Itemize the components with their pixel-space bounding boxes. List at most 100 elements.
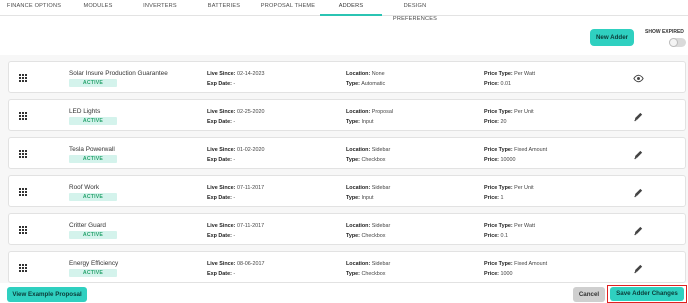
drag-dot	[19, 188, 21, 190]
price-label: Price:	[484, 157, 499, 163]
location-label: Location:	[346, 223, 371, 229]
status-badge: ACTIVE	[69, 193, 117, 201]
drag-dot	[22, 188, 24, 190]
drag-dot	[25, 191, 27, 193]
price-value: 10000	[500, 157, 516, 163]
tab-proposal-theme[interactable]: PROPOSAL THEME	[256, 0, 320, 16]
price-type-value: Fixed Amount	[514, 261, 548, 267]
status-badge: ACTIVE	[69, 79, 117, 87]
price: Price: 10000	[484, 157, 515, 163]
drag-dot	[25, 150, 27, 152]
price: Price: 20	[484, 119, 506, 125]
price-type: Price Type: Per Watt	[484, 71, 535, 77]
drag-dot	[22, 115, 24, 117]
drag-dot	[25, 156, 27, 158]
tab-design-preferences[interactable]: DESIGN PREFERENCES	[382, 0, 448, 22]
tab-inverters[interactable]: INVERTERS	[128, 0, 192, 16]
live-since: Live Since: 01-02-2020	[207, 147, 265, 153]
drag-dot	[22, 191, 24, 193]
live-since-label: Live Since:	[207, 109, 236, 115]
adder-name: Tesla Powerwall	[69, 146, 115, 153]
location: Location: Sidebar	[346, 223, 390, 229]
drag-handle-icon[interactable]	[19, 150, 27, 158]
exp-date-value: -	[233, 195, 236, 201]
adder-card[interactable]: LED Lights ACTIVE Live Since: 02-25-2020…	[8, 99, 686, 131]
adder-card[interactable]: Roof Work ACTIVE Live Since: 07-11-2017 …	[8, 175, 686, 207]
type-value: Checkbox	[361, 233, 386, 239]
drag-handle-icon[interactable]	[19, 112, 27, 120]
drag-dot	[19, 232, 21, 234]
drag-dot	[22, 150, 24, 152]
pencil-icon[interactable]	[633, 111, 644, 122]
adder-card[interactable]: Critter Guard ACTIVE Live Since: 07-11-2…	[8, 213, 686, 245]
drag-dot	[19, 156, 21, 158]
drag-dot	[19, 74, 21, 76]
pencil-icon[interactable]	[633, 187, 644, 198]
price-value: 0.01	[500, 81, 511, 87]
settings-tab-bar: FINANCE OPTIONS MODULES INVERTERS BATTER…	[0, 0, 688, 22]
exp-date-value: -	[233, 157, 236, 163]
tab-finance-options[interactable]: FINANCE OPTIONS	[0, 0, 68, 16]
status-badge: ACTIVE	[69, 269, 117, 277]
adder-card[interactable]: Solar Insure Production Guarantee ACTIVE…	[8, 61, 686, 93]
drag-handle-icon[interactable]	[19, 188, 27, 196]
price-label: Price:	[484, 195, 499, 201]
location: Location: None	[346, 71, 385, 77]
drag-dot	[19, 153, 21, 155]
type-label: Type:	[346, 271, 360, 277]
exp-date-value: -	[233, 119, 236, 125]
adder-card[interactable]: Energy Efficiency ACTIVE Live Since: 08-…	[8, 251, 686, 283]
drag-dot	[19, 229, 21, 231]
live-since-label: Live Since:	[207, 147, 236, 153]
type: Type: Input	[346, 119, 373, 125]
drag-handle-icon[interactable]	[19, 226, 27, 234]
adder-name: Roof Work	[69, 184, 100, 191]
drag-dot	[25, 232, 27, 234]
new-adder-button[interactable]: New Adder	[590, 29, 634, 46]
save-button-highlight: Save Adder Changes	[607, 285, 687, 303]
cancel-button[interactable]: Cancel	[573, 287, 605, 302]
drag-dot	[22, 267, 24, 269]
drag-dot	[22, 229, 24, 231]
drag-handle-icon[interactable]	[19, 74, 27, 82]
drag-dot	[19, 270, 21, 272]
pencil-icon[interactable]	[633, 149, 644, 160]
drag-dot	[19, 226, 21, 228]
exp-date: Exp Date: -	[207, 81, 235, 87]
price: Price: 0.1	[484, 233, 508, 239]
tab-batteries[interactable]: BATTERIES	[192, 0, 256, 16]
price-value: 1000	[500, 271, 513, 277]
live-since: Live Since: 08-06-2017	[207, 261, 265, 267]
pencil-icon[interactable]	[633, 263, 644, 274]
view-example-proposal-button[interactable]: View Example Proposal	[7, 287, 87, 302]
pencil-icon[interactable]	[633, 225, 644, 236]
exp-date: Exp Date: -	[207, 157, 235, 163]
show-expired-toggle[interactable]	[669, 38, 686, 47]
eye-icon[interactable]	[633, 73, 644, 84]
live-since-label: Live Since:	[207, 223, 236, 229]
drag-dot	[19, 191, 21, 193]
exp-date-label: Exp Date:	[207, 271, 232, 277]
live-since: Live Since: 07-11-2017	[207, 223, 264, 229]
drag-dot	[22, 80, 24, 82]
type-value: Checkbox	[361, 271, 386, 277]
save-adder-changes-button[interactable]: Save Adder Changes	[610, 287, 684, 301]
drag-dot	[22, 112, 24, 114]
location-value: Proposal	[371, 109, 394, 115]
tab-modules[interactable]: MODULES	[68, 0, 128, 16]
drag-dot	[22, 118, 24, 120]
tab-adders[interactable]: ADDERS	[320, 0, 382, 16]
drag-dot	[25, 80, 27, 82]
drag-handle-icon[interactable]	[19, 264, 27, 272]
drag-dot	[25, 264, 27, 266]
type-value: Automatic	[361, 81, 386, 87]
live-since-value: 02-25-2020	[236, 109, 265, 115]
drag-dot	[22, 77, 24, 79]
live-since: Live Since: 07-11-2017	[207, 185, 264, 191]
type: Type: Checkbox	[346, 157, 385, 163]
adder-card[interactable]: Tesla Powerwall ACTIVE Live Since: 01-02…	[8, 137, 686, 169]
drag-dot	[22, 153, 24, 155]
price-value: 1	[500, 195, 504, 201]
price: Price: 1	[484, 195, 503, 201]
location: Location: Sidebar	[346, 261, 390, 267]
